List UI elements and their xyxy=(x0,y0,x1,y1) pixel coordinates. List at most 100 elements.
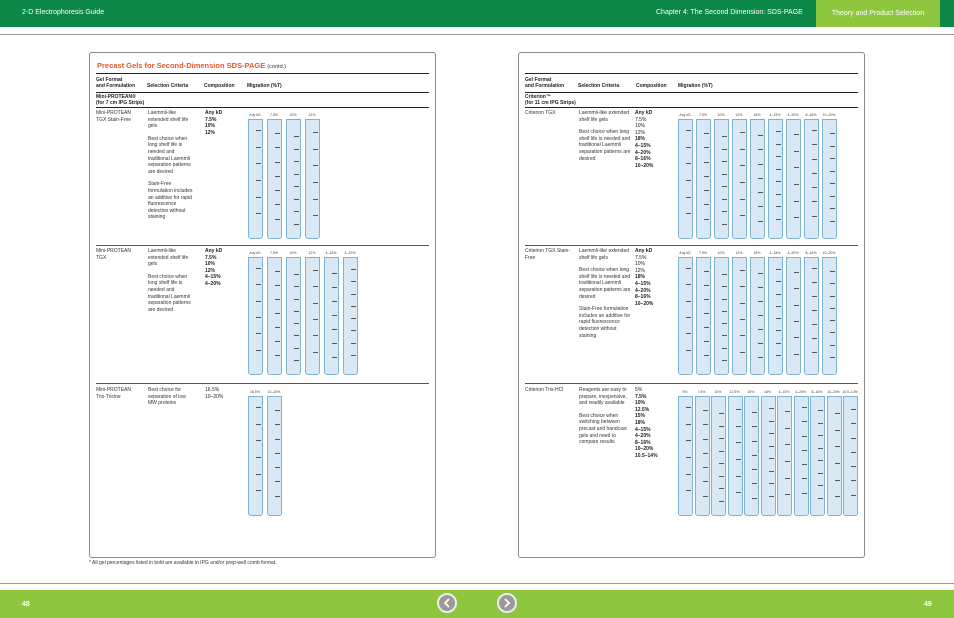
gel-band xyxy=(830,295,835,297)
gel-band xyxy=(332,315,337,316)
section-tab[interactable]: Theory and Product Selection xyxy=(816,0,940,27)
chevron-left-icon xyxy=(443,598,450,608)
gel-band xyxy=(294,223,299,225)
gel-band xyxy=(758,357,763,358)
composition-item: 18% xyxy=(635,274,646,281)
footer-divider xyxy=(0,583,954,584)
composition-item: 4–15% xyxy=(635,426,651,433)
subheader: Mini-PROTEAN® (for 7 cm IPG Strips) xyxy=(96,93,429,108)
gel-band xyxy=(719,450,724,452)
criteria-item: Best choice when long shelf life is need… xyxy=(579,267,631,300)
gel-band xyxy=(719,488,724,489)
gel-band xyxy=(812,338,817,339)
gel-band xyxy=(830,208,835,209)
gel-lane xyxy=(750,257,765,375)
gel-band xyxy=(830,195,835,197)
prev-page-button[interactable] xyxy=(437,593,457,613)
composition-item: 5% xyxy=(635,387,643,393)
gel-band xyxy=(794,150,799,152)
next-page-button[interactable] xyxy=(497,593,517,613)
chapter-title: Chapter 4: The Second Dimension: SDS-PAG… xyxy=(656,9,803,16)
gel-band xyxy=(851,423,856,425)
gel-band xyxy=(758,149,763,151)
gel-lane xyxy=(286,119,301,239)
gel-band xyxy=(801,478,807,480)
row-2-criteria: Laemmli-like extended shelf life gels Be… xyxy=(148,248,196,313)
gel-band xyxy=(758,135,763,136)
lane-label: 10.5–14% xyxy=(842,390,858,394)
gel-band xyxy=(704,147,709,149)
gel-band xyxy=(686,333,691,335)
gel-band xyxy=(785,411,790,412)
gel-band xyxy=(812,172,817,174)
composition-item: 10.5–14% xyxy=(635,452,658,459)
gel-band xyxy=(776,269,781,270)
gel-band xyxy=(275,285,280,286)
gel-lane xyxy=(267,257,282,375)
gel-band xyxy=(768,495,774,497)
gel-band xyxy=(275,175,280,177)
gel-band xyxy=(776,330,781,332)
gel-band xyxy=(686,213,691,215)
gel-band xyxy=(294,298,299,300)
gel-band xyxy=(275,355,280,356)
gel-band xyxy=(794,217,799,219)
gel-band xyxy=(722,286,727,288)
criteria-item: Best choice when long shelf life is need… xyxy=(148,273,191,313)
composition-item: Any kD xyxy=(205,248,223,254)
gel-band xyxy=(740,335,745,337)
gel-band xyxy=(758,206,763,208)
gel-band xyxy=(834,429,840,431)
gel-band xyxy=(801,449,807,451)
row-1-composition: Any kD 7.5% 10% 12% xyxy=(205,110,222,136)
lane-label: 10–20% xyxy=(822,113,836,117)
gel-band xyxy=(256,130,261,131)
gel-lane xyxy=(305,257,320,375)
gel-band xyxy=(275,481,280,483)
gel-band xyxy=(722,274,727,275)
gel-band xyxy=(256,473,261,475)
col-selection: Selection Criteria xyxy=(147,83,189,89)
gel-band xyxy=(768,433,774,434)
gel-lane xyxy=(732,257,747,375)
gel-lane xyxy=(324,257,339,375)
gel-lane xyxy=(267,396,282,516)
gel-band xyxy=(812,187,817,189)
gel-band xyxy=(686,440,691,442)
gel-band xyxy=(830,283,835,285)
gel-band xyxy=(794,184,799,185)
gel-band xyxy=(776,181,781,182)
gel-band xyxy=(719,500,724,502)
gel-band xyxy=(830,307,835,309)
gel-band xyxy=(702,467,708,469)
gel-band xyxy=(785,461,790,462)
gel-lane xyxy=(305,119,320,239)
gel-band xyxy=(735,409,741,410)
gel-band xyxy=(332,357,337,358)
gel-band xyxy=(686,349,691,351)
gel-band xyxy=(812,215,817,217)
gel-band xyxy=(834,479,840,481)
gel-band xyxy=(776,342,781,344)
gel-band xyxy=(313,132,318,133)
gel-band xyxy=(722,186,727,187)
gel-band xyxy=(704,327,709,328)
gel-band xyxy=(351,318,356,319)
gel-band xyxy=(801,435,807,437)
gel-band xyxy=(686,317,691,318)
gel-band xyxy=(702,424,708,426)
criteria-item: Stain-Free formulation includes an addit… xyxy=(579,306,631,339)
gel-band xyxy=(332,329,337,330)
gel-band xyxy=(812,268,817,269)
row-2-composition: Any kD 7.5% 10% 12% 4–15% 4–20% xyxy=(205,248,222,288)
row-2-format: Mini-PROTEAN TGX xyxy=(96,248,132,261)
gel-band xyxy=(818,472,823,474)
gel-band xyxy=(351,269,356,270)
composition-item: 12% xyxy=(205,129,216,136)
composition-item: 16.5% xyxy=(205,387,220,393)
gel-band xyxy=(313,270,318,271)
gel-lane xyxy=(694,396,710,516)
gel-lane xyxy=(678,119,693,239)
composition-item: 12% xyxy=(635,129,646,136)
gel-band xyxy=(834,413,840,414)
